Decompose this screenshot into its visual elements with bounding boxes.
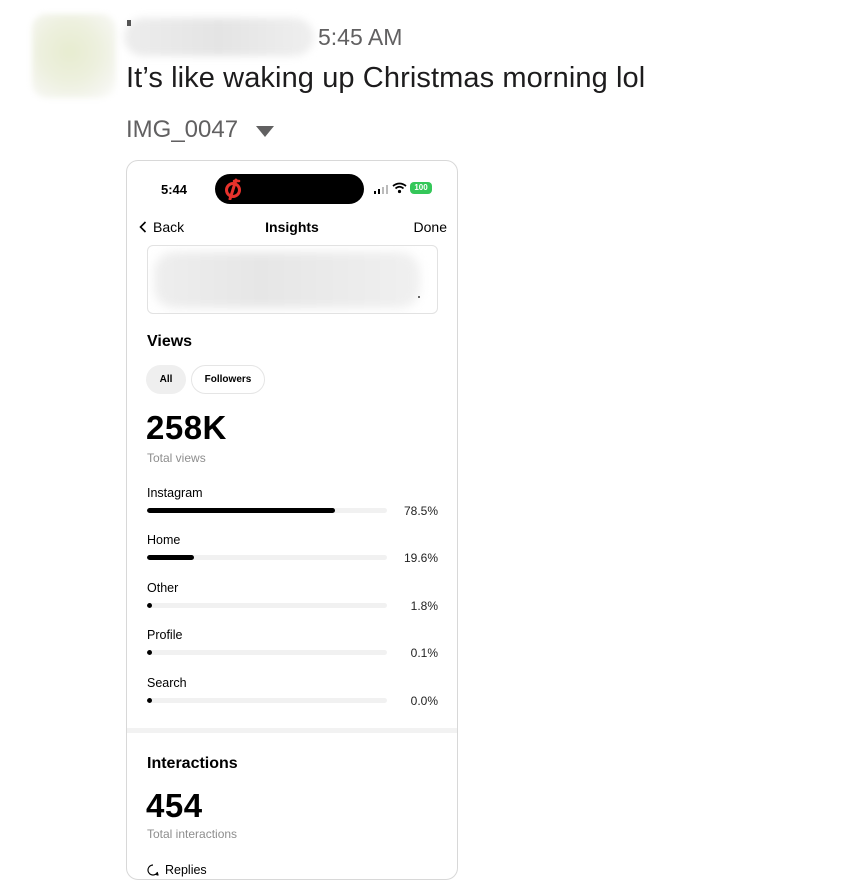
user-avatar[interactable] (32, 14, 116, 98)
total-views-label: Total views (147, 451, 206, 465)
dynamic-island (215, 174, 364, 204)
filter-chip-all[interactable]: All (146, 365, 186, 394)
replies-label: Replies (165, 863, 207, 877)
source-label: Home (147, 533, 181, 547)
source-label: Other (147, 581, 179, 595)
total-interactions-value: 454 (146, 787, 203, 824)
source-bar-track (147, 603, 387, 608)
source-bar-track (147, 650, 387, 655)
source-percent: 0.0% (410, 694, 438, 708)
source-bar-track (147, 555, 387, 560)
preview-ellipsis (418, 296, 420, 298)
view-source-row: Instagram 78.5% (147, 486, 439, 526)
view-source-row: Profile 0.1% (147, 628, 439, 668)
view-source-row: Home 19.6% (147, 533, 439, 573)
source-bar-fill (147, 650, 152, 655)
peloton-logo-icon (225, 178, 241, 200)
source-bar-fill (147, 698, 152, 703)
message-text: It’s like waking up Christmas morning lo… (126, 62, 646, 94)
interactions-heading: Interactions (147, 755, 238, 772)
caret-down-icon[interactable] (256, 125, 275, 137)
section-divider (127, 728, 457, 733)
sender-name-redacted[interactable] (124, 18, 314, 56)
total-interactions-label: Total interactions (147, 827, 238, 841)
source-percent: 1.8% (410, 599, 438, 613)
attached-screenshot[interactable]: 5:44 100 Back Insights Done Views All Fo… (126, 160, 458, 880)
total-views-value: 258K (146, 409, 227, 446)
attachment-name[interactable]: IMG_0047 (126, 116, 238, 144)
signal-icon (374, 185, 388, 194)
status-bar-time: 5:44 (161, 182, 188, 197)
source-percent: 78.5% (403, 504, 438, 518)
source-label: Instagram (147, 486, 203, 500)
source-bar-fill (147, 603, 152, 608)
views-heading: Views (147, 333, 193, 350)
redacted-post-preview (154, 252, 420, 308)
message-timestamp[interactable]: 5:45 AM (318, 24, 402, 51)
battery-icon: 100 (410, 182, 432, 194)
source-bar-track (147, 508, 387, 513)
page-title: Insights (265, 219, 319, 235)
done-button[interactable]: Done (414, 219, 447, 235)
source-bar-fill (147, 508, 336, 513)
source-percent: 19.6% (403, 551, 438, 565)
view-source-row: Search 0.0% (147, 676, 439, 716)
reply-bubble-icon (147, 864, 159, 876)
replies-row[interactable]: Replies (147, 863, 207, 877)
wifi-icon (392, 182, 407, 194)
filter-chip-followers[interactable]: Followers (191, 365, 265, 394)
sender-name-fragment (127, 20, 131, 26)
source-label: Search (147, 676, 187, 690)
source-label: Profile (147, 628, 183, 642)
post-preview-card[interactable] (147, 245, 438, 314)
source-bar-track (147, 698, 387, 703)
attachment-header[interactable]: IMG_0047 (126, 116, 275, 144)
source-bar-fill (147, 555, 195, 560)
source-percent: 0.1% (410, 646, 438, 660)
view-source-row: Other 1.8% (147, 581, 439, 621)
